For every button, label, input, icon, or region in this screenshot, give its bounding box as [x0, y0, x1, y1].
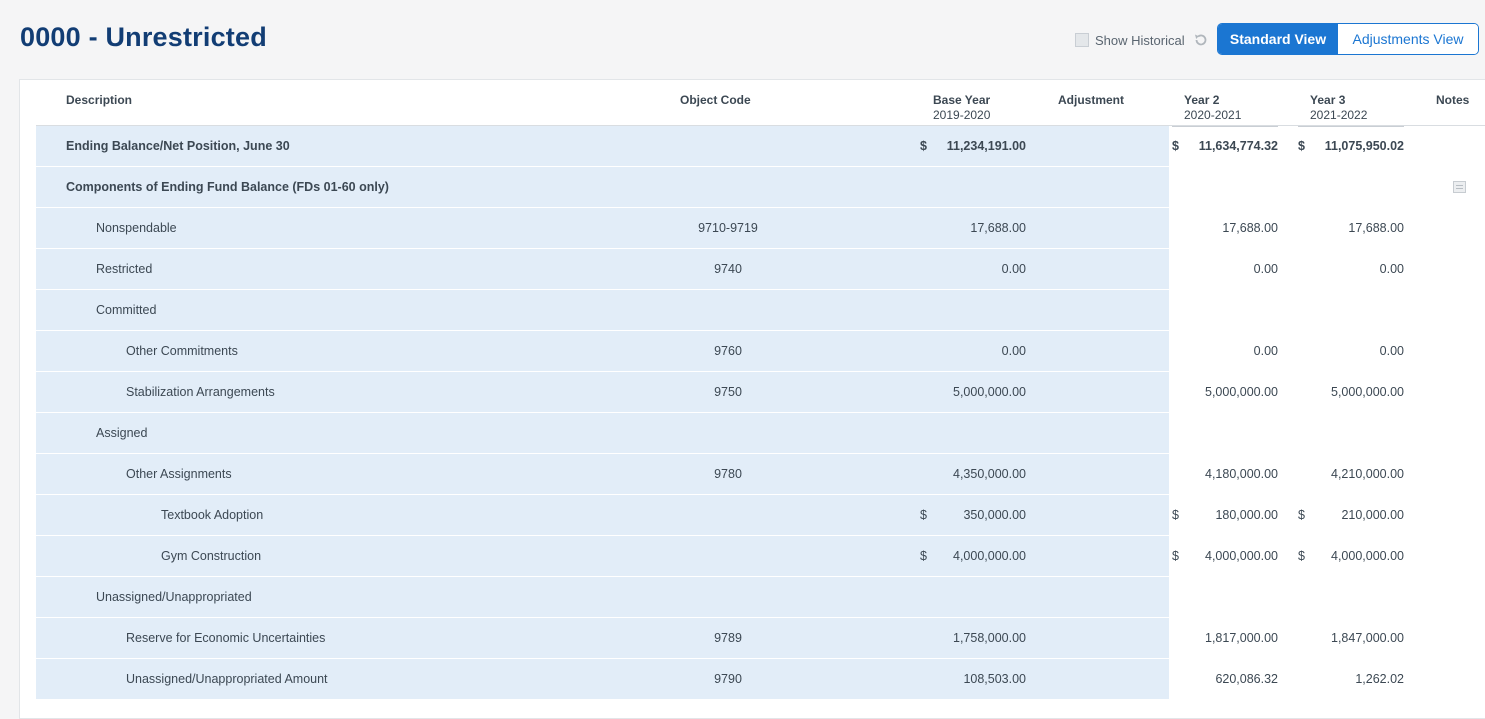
year3-value[interactable]: 210,000.00	[1304, 495, 1404, 535]
row-description: Restricted	[96, 262, 153, 276]
row-description: Components of Ending Fund Balance (FDs 0…	[66, 180, 389, 194]
header-year3-label: Year 3	[1310, 93, 1346, 107]
table-header: Description Object Code Base Year 2019-2…	[20, 80, 1485, 127]
row-object-code: 9750	[714, 385, 742, 399]
year3-value[interactable]	[1304, 577, 1404, 617]
year2-value[interactable]: 0.00	[1178, 331, 1278, 371]
header-year3-range: 2021-2022	[1310, 108, 1368, 122]
year3-value[interactable]	[1304, 167, 1404, 207]
year2-value[interactable]	[1178, 290, 1278, 330]
year3-value[interactable]: 17,688.00	[1304, 208, 1404, 248]
row-description: Unassigned/Unappropriated	[96, 590, 252, 604]
base-year-value[interactable]	[926, 290, 1026, 330]
row-object-code: 9740	[714, 262, 742, 276]
year2-value[interactable]	[1178, 167, 1278, 207]
header-base-year-label: Base Year	[933, 93, 991, 107]
fund-balance-table: Description Object Code Base Year 2019-2…	[19, 79, 1485, 719]
header-description: Description	[66, 93, 133, 107]
year3-value[interactable]: 1,262.02	[1304, 659, 1404, 699]
year2-value[interactable]: 4,180,000.00	[1178, 454, 1278, 494]
year2-value[interactable]: 17,688.00	[1178, 208, 1278, 248]
row-description: Nonspendable	[96, 221, 177, 235]
row-description: Textbook Adoption	[161, 508, 264, 522]
row-object-code	[668, 290, 788, 330]
year3-value[interactable]: 4,000,000.00	[1304, 536, 1404, 576]
base-year-value[interactable]: 4,350,000.00	[926, 454, 1026, 494]
year2-value[interactable]: 1,817,000.00	[1178, 618, 1278, 658]
row-description: Other Commitments	[126, 344, 238, 358]
row-object-code: 9789	[714, 631, 742, 645]
year3-value[interactable]: 0.00	[1304, 331, 1404, 371]
base-year-value[interactable]	[926, 413, 1026, 453]
header-year3: Year 3 2021-2022	[1310, 93, 1367, 122]
row-object-code	[668, 495, 788, 535]
base-year-value[interactable]: 1,758,000.00	[926, 618, 1026, 658]
year2-value[interactable]: 0.00	[1178, 249, 1278, 289]
refresh-icon[interactable]	[1193, 32, 1209, 48]
row-object-code	[668, 536, 788, 576]
row-object-code: 9790	[714, 672, 742, 686]
row-object-code: 9710-9719	[698, 221, 758, 235]
year2-value[interactable]: 5,000,000.00	[1178, 372, 1278, 412]
header-notes: Notes	[1436, 93, 1470, 107]
year2-value[interactable]: 4,000,000.00	[1178, 536, 1278, 576]
row-object-code	[668, 577, 788, 617]
base-year-value[interactable]: 11,234,191.00	[926, 126, 1026, 166]
page-title: 0000 - Unrestricted	[20, 22, 267, 52]
header-year2-label: Year 2	[1184, 93, 1220, 107]
row-description: Reserve for Economic Uncertainties	[126, 631, 326, 645]
row-description: Assigned	[96, 426, 148, 440]
year2-value[interactable]: 11,634,774.32	[1178, 126, 1278, 166]
year3-value[interactable]: 1,847,000.00	[1304, 618, 1404, 658]
show-historical-toggle[interactable]: Show Historical	[1075, 31, 1209, 49]
base-year-value[interactable]: 350,000.00	[926, 495, 1026, 535]
row-object-code	[668, 413, 788, 453]
row-description: Gym Construction	[161, 549, 262, 563]
header-year2-range: 2020-2021	[1184, 108, 1242, 122]
year3-value[interactable]: 5,000,000.00	[1304, 372, 1404, 412]
row-object-code: 9780	[714, 467, 742, 481]
row-description: Unassigned/Unappropriated Amount	[126, 672, 328, 686]
view-toggle: Standard View Adjustments View	[1217, 23, 1479, 55]
base-year-value[interactable]: 17,688.00	[926, 208, 1026, 248]
row-description: Other Assignments	[126, 467, 232, 481]
base-year-value[interactable]: 4,000,000.00	[926, 536, 1026, 576]
row-object-code	[668, 126, 788, 166]
header-adjustment: Adjustment	[1058, 93, 1124, 107]
year3-value[interactable]: 0.00	[1304, 249, 1404, 289]
year2-value[interactable]: 180,000.00	[1178, 495, 1278, 535]
year3-value[interactable]	[1304, 290, 1404, 330]
header-object-code: Object Code	[680, 93, 751, 107]
show-historical-label: Show Historical	[1095, 32, 1185, 48]
adjustments-view-button[interactable]: Adjustments View	[1338, 24, 1478, 54]
base-year-value[interactable]	[926, 577, 1026, 617]
header-base-year-range: 2019-2020	[933, 108, 991, 122]
row-description: Committed	[96, 303, 157, 317]
year3-value[interactable]: 11,075,950.02	[1304, 126, 1404, 166]
notes-icon[interactable]	[1453, 181, 1466, 193]
show-historical-checkbox[interactable]	[1075, 33, 1089, 47]
base-year-value[interactable]: 108,503.00	[926, 659, 1026, 699]
row-object-code: 9760	[714, 344, 742, 358]
header-year2: Year 2 2020-2021	[1184, 93, 1241, 122]
standard-view-button[interactable]: Standard View	[1218, 24, 1338, 54]
year2-value[interactable]	[1178, 413, 1278, 453]
row-description: Ending Balance/Net Position, June 30	[66, 139, 290, 153]
row-description: Stabilization Arrangements	[126, 385, 275, 399]
year3-value[interactable]	[1304, 413, 1404, 453]
base-year-value[interactable]: 5,000,000.00	[926, 372, 1026, 412]
base-year-value[interactable]: 0.00	[926, 249, 1026, 289]
header-base-year: Base Year 2019-2020	[933, 93, 990, 122]
base-year-value[interactable]: 0.00	[926, 331, 1026, 371]
row-object-code	[668, 167, 788, 207]
year3-value[interactable]: 4,210,000.00	[1304, 454, 1404, 494]
year2-value[interactable]	[1178, 577, 1278, 617]
year2-value[interactable]: 620,086.32	[1178, 659, 1278, 699]
base-year-value[interactable]	[926, 167, 1026, 207]
